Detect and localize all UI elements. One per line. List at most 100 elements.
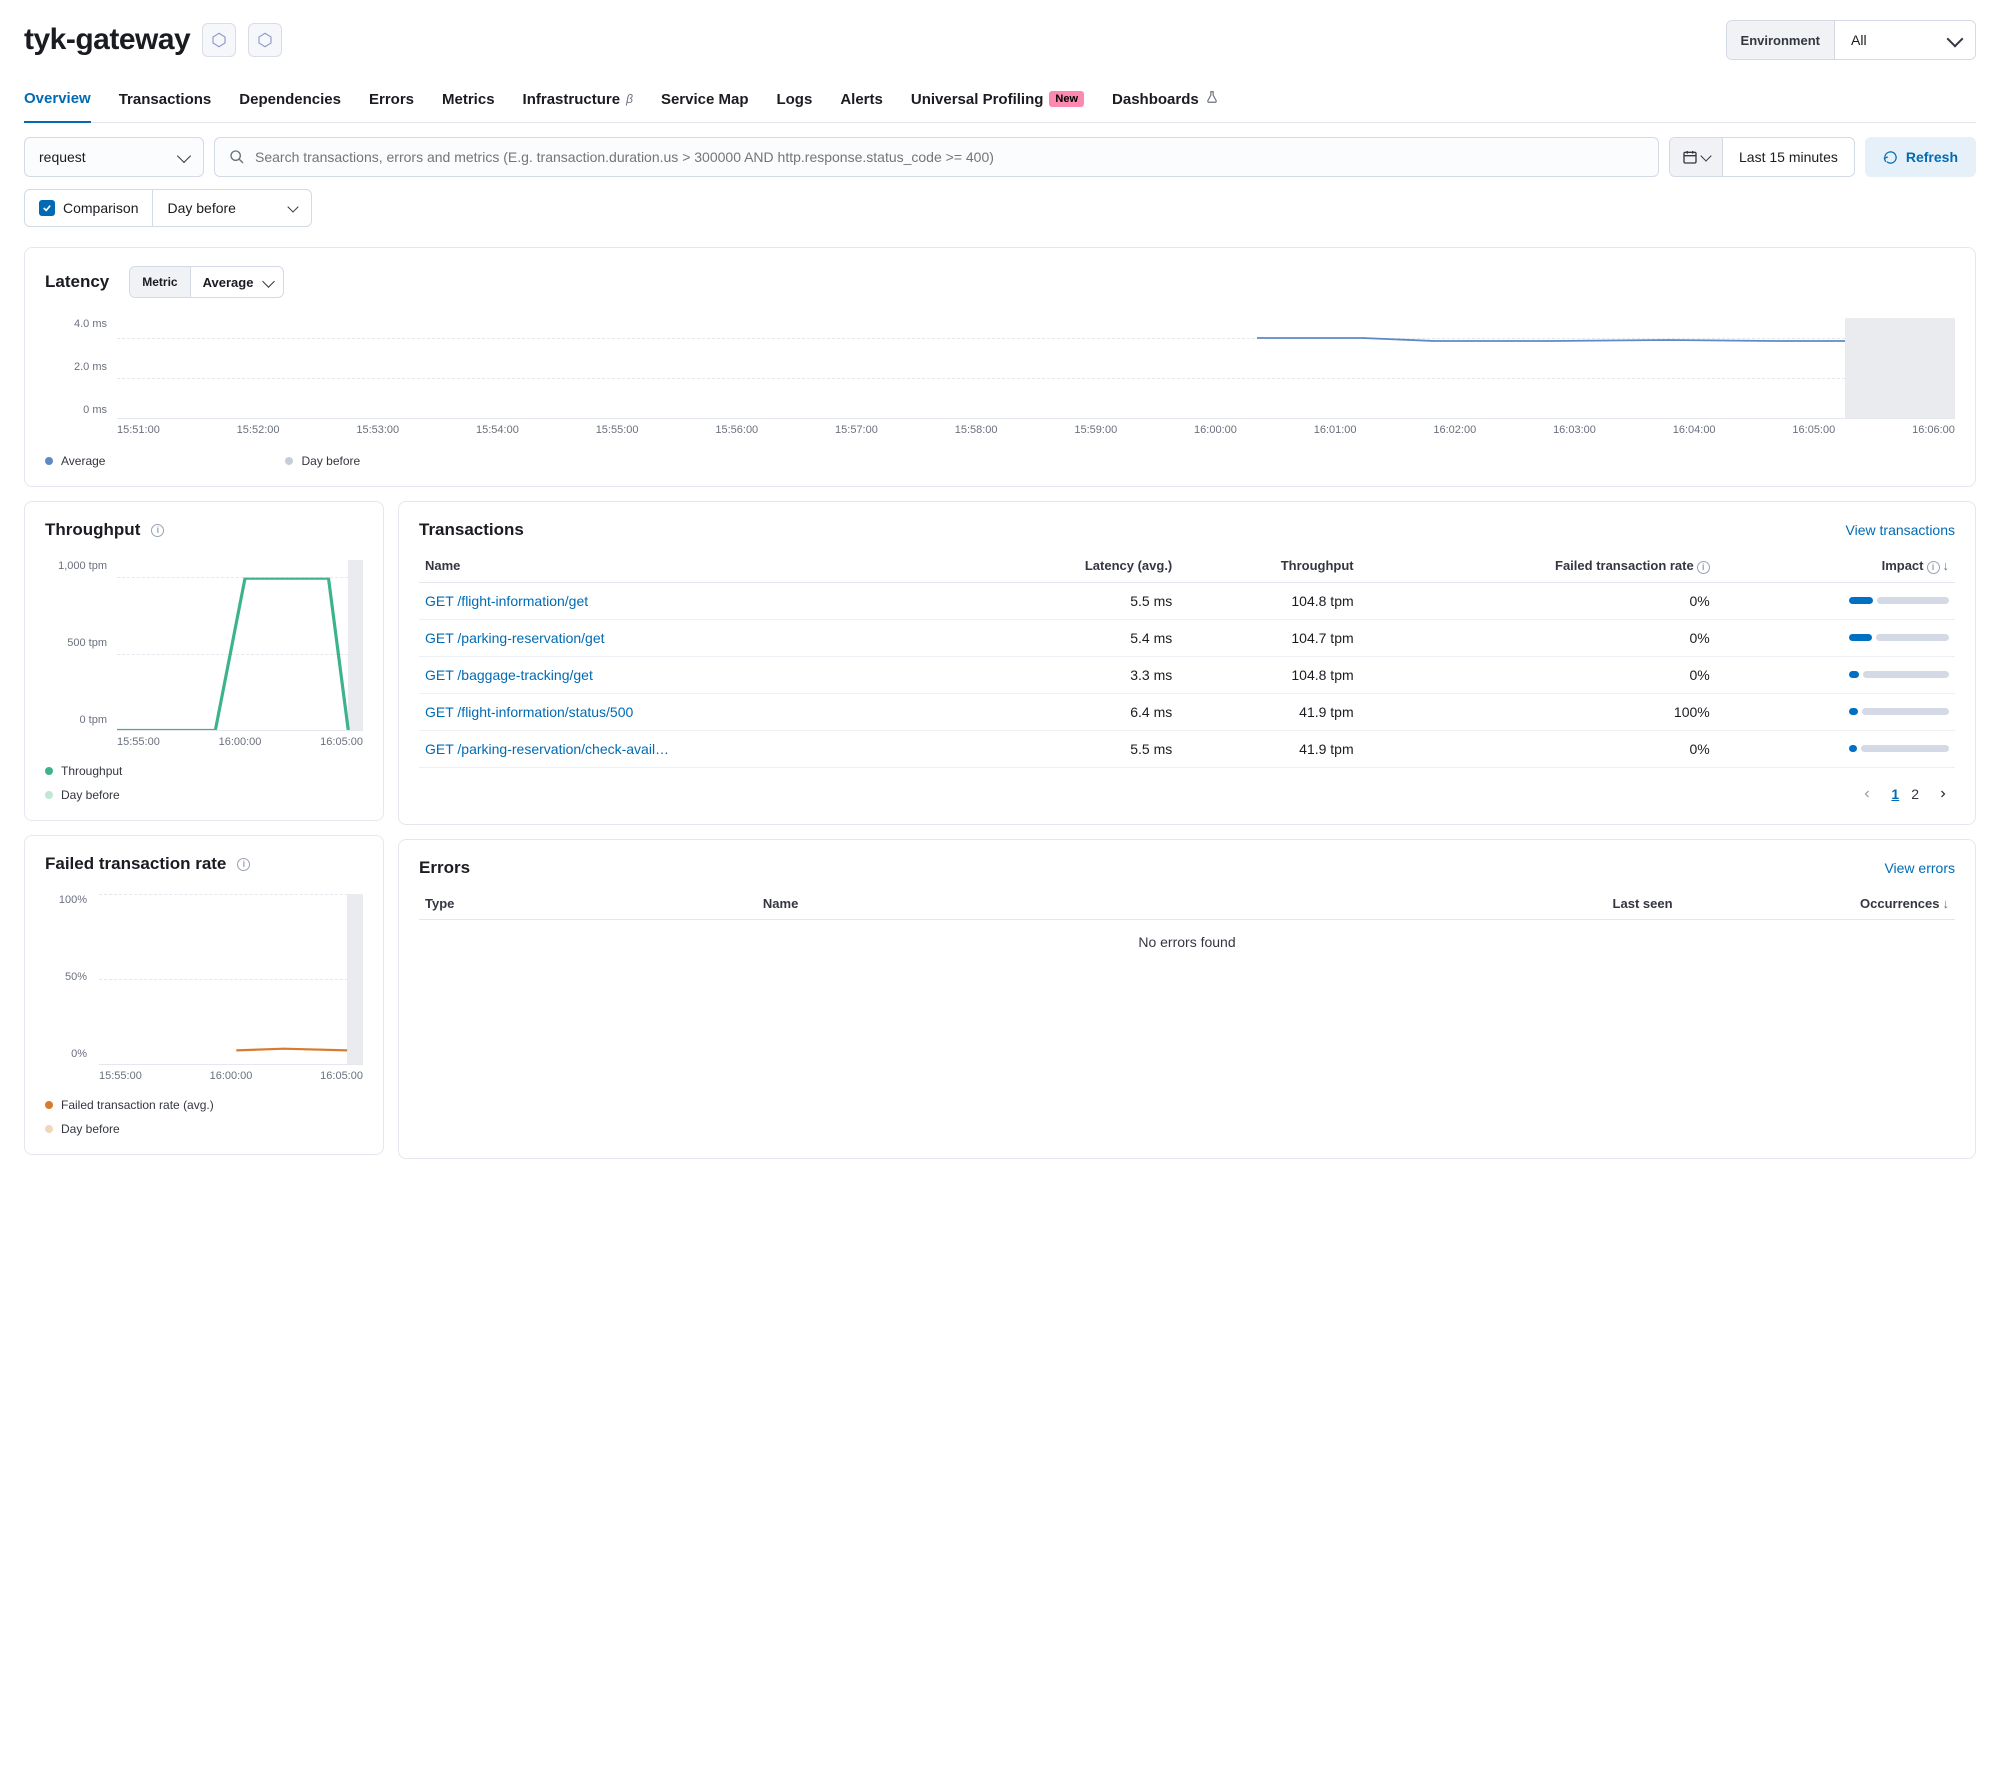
page-1[interactable]: 1 — [1891, 786, 1899, 802]
page-next-button[interactable] — [1931, 782, 1955, 806]
cell-latency: 5.5 ms — [966, 730, 1178, 767]
latency-title: Latency — [45, 272, 109, 292]
transaction-link[interactable]: GET /baggage-tracking/get — [425, 667, 593, 683]
table-row: GET /parking-reservation/check-avail… 5.5… — [419, 730, 1955, 767]
tab-infrastructure[interactable]: Infrastructureβ — [523, 81, 633, 122]
controls-row: request Last 15 minutes Refresh — [24, 137, 1976, 177]
comparison-label: Comparison — [63, 200, 138, 216]
service-icon-button-2[interactable] — [248, 23, 282, 57]
sort-desc-icon: ↓ — [1943, 896, 1950, 911]
col-ftr[interactable]: Failed transaction ratei — [1360, 550, 1716, 582]
comparison-checkbox-wrap[interactable]: Comparison — [24, 189, 152, 227]
comparison-row: Comparison Day before — [24, 189, 1976, 227]
info-icon: i — [1927, 561, 1940, 574]
col-name[interactable]: Name — [419, 550, 966, 582]
latency-x-axis: 15:51:0015:52:0015:53:0015:54:0015:55:00… — [117, 424, 1955, 436]
ftr-panel: Failed transaction rate i 100%50%0% 1 — [24, 835, 384, 1155]
tab-metrics[interactable]: Metrics — [442, 81, 495, 122]
comparison-select[interactable]: Day before — [152, 189, 312, 227]
title-wrap: tyk-gateway — [24, 23, 282, 57]
errors-header: Errors View errors — [419, 858, 1955, 878]
impact-bar — [1849, 597, 1949, 604]
legend-avg[interactable]: Average — [45, 454, 105, 468]
page-2[interactable]: 2 — [1911, 786, 1919, 802]
ftr-line — [99, 894, 363, 1064]
check-icon — [42, 204, 52, 212]
latency-y-axis: 4.0 ms2.0 ms0 ms — [45, 318, 115, 416]
table-row: GET /baggage-tracking/get3.3 ms104.8 tpm… — [419, 656, 1955, 693]
tab-errors[interactable]: Errors — [369, 81, 414, 122]
tab-service-map[interactable]: Service Map — [661, 81, 749, 122]
date-range-text: Last 15 minutes — [1723, 149, 1854, 165]
hexagon-icon — [256, 31, 274, 49]
transactions-table: Name Latency (avg.) Throughput Failed tr… — [419, 550, 1955, 768]
latency-metric-select[interactable]: Metric Average — [129, 266, 284, 298]
col-latency[interactable]: Latency (avg.) — [966, 550, 1178, 582]
page-title: tyk-gateway — [24, 23, 190, 57]
service-icon-button-1[interactable] — [202, 23, 236, 57]
cell-latency: 6.4 ms — [966, 693, 1178, 730]
page-prev-button[interactable] — [1855, 782, 1879, 806]
refresh-button[interactable]: Refresh — [1865, 137, 1976, 177]
transaction-link[interactable]: GET /parking-reservation/get — [425, 630, 605, 646]
environment-select[interactable]: Environment All — [1726, 20, 1976, 60]
chevron-down-icon — [177, 148, 191, 162]
tab-dashboards[interactable]: Dashboards — [1112, 80, 1219, 122]
col-type[interactable]: Type — [419, 888, 757, 920]
cell-ftr: 0% — [1360, 619, 1716, 656]
refresh-label: Refresh — [1906, 149, 1958, 165]
metric-value: Average — [191, 275, 284, 290]
comparison-value: Day before — [167, 200, 235, 216]
environment-value: All — [1835, 21, 1975, 59]
search-icon — [229, 149, 245, 165]
latency-current-bucket — [1845, 318, 1955, 418]
ftr-x-axis: 15:55:0016:00:0016:05:00 — [99, 1070, 363, 1082]
tab-transactions[interactable]: Transactions — [119, 81, 212, 122]
info-icon[interactable]: i — [237, 858, 250, 871]
search-bar[interactable] — [214, 137, 1659, 177]
cell-name: GET /baggage-tracking/get — [419, 656, 966, 693]
legend-daybefore[interactable]: Day before — [45, 1122, 363, 1136]
main-grid: Throughput i 1,000 tpm500 tpm0 tpm 15 — [24, 501, 1976, 1159]
ftr-chart: 100%50%0% 15:55:0016:00:0016:05:00 — [45, 894, 363, 1082]
info-icon[interactable]: i — [151, 524, 164, 537]
cell-throughput: 41.9 tpm — [1178, 693, 1359, 730]
comparison-checkbox[interactable] — [39, 200, 55, 216]
cell-latency: 5.4 ms — [966, 619, 1178, 656]
col-occurrences[interactable]: Occurrences↓ — [1679, 888, 1955, 920]
tab-universal-profiling[interactable]: Universal ProfilingNew — [911, 81, 1084, 122]
view-errors-link[interactable]: View errors — [1884, 860, 1955, 876]
tab-logs[interactable]: Logs — [776, 81, 812, 122]
cell-ftr: 0% — [1360, 656, 1716, 693]
col-impact[interactable]: Impacti↓ — [1716, 550, 1955, 582]
col-lastseen[interactable]: Last seen — [1402, 888, 1678, 920]
transaction-link[interactable]: GET /parking-reservation/check-avail… — [425, 741, 669, 757]
legend-ftr[interactable]: Failed transaction rate (avg.) — [45, 1098, 363, 1112]
ftr-plot[interactable] — [99, 894, 363, 1064]
tab-dependencies[interactable]: Dependencies — [239, 81, 341, 122]
col-name[interactable]: Name — [757, 888, 1402, 920]
cell-name: GET /flight-information/get — [419, 582, 966, 619]
tab-alerts[interactable]: Alerts — [840, 81, 883, 122]
table-row: GET /flight-information/get5.5 ms104.8 t… — [419, 582, 1955, 619]
view-transactions-link[interactable]: View transactions — [1846, 522, 1955, 538]
latency-plot[interactable] — [117, 318, 1955, 418]
legend-throughput[interactable]: Throughput — [45, 764, 363, 778]
throughput-plot[interactable] — [117, 560, 363, 730]
environment-label: Environment — [1727, 21, 1835, 59]
transactions-title: Transactions — [419, 520, 524, 540]
cell-throughput: 104.7 tpm — [1178, 619, 1359, 656]
ftr-legend: Failed transaction rate (avg.) Day befor… — [45, 1098, 363, 1136]
transaction-type-select[interactable]: request — [24, 137, 204, 177]
tab-overview[interactable]: Overview — [24, 80, 91, 123]
legend-daybefore[interactable]: Day before — [285, 454, 360, 468]
chevron-left-icon — [1861, 788, 1873, 800]
transaction-link[interactable]: GET /flight-information/get — [425, 593, 588, 609]
transaction-link[interactable]: GET /flight-information/status/500 — [425, 704, 633, 720]
col-throughput[interactable]: Throughput — [1178, 550, 1359, 582]
cell-latency: 3.3 ms — [966, 656, 1178, 693]
cell-name: GET /flight-information/status/500 — [419, 693, 966, 730]
date-range-picker[interactable]: Last 15 minutes — [1669, 137, 1855, 177]
legend-daybefore[interactable]: Day before — [45, 788, 363, 802]
search-input[interactable] — [255, 149, 1644, 165]
